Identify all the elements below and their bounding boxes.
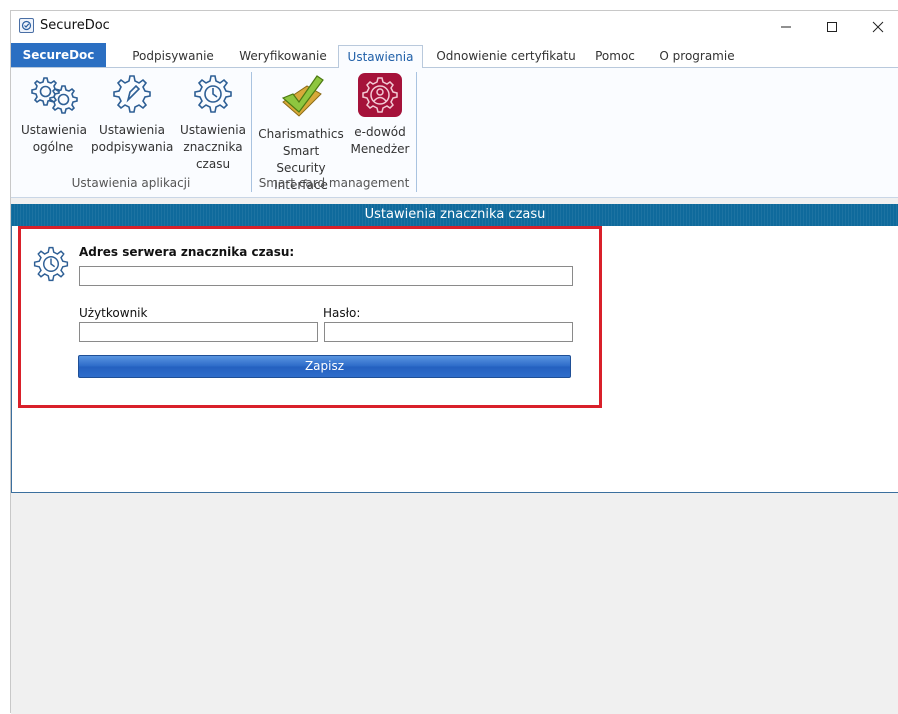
gear-clock-icon xyxy=(33,246,69,282)
title-bar: SecureDoc xyxy=(11,11,898,42)
e-dowod-manager-button[interactable]: e-dowód Menedżer xyxy=(349,72,411,158)
minimize-button[interactable] xyxy=(763,11,809,42)
highlight-frame: Adres serwera znacznika czasu: Użytkowni… xyxy=(18,226,602,408)
empty-workspace xyxy=(11,493,898,714)
app-settings-group-label: Ustawienia aplikacji xyxy=(71,176,191,190)
username-input[interactable] xyxy=(79,322,318,342)
charismathics-label-1: Charismathics xyxy=(258,127,344,141)
gear-icon xyxy=(31,77,78,114)
e-dowod-label-2: Menedżer xyxy=(350,142,410,156)
app-window: SecureDoc SecureDoc Podpisywanie Weryfik… xyxy=(10,10,898,714)
tab-ustawienia[interactable]: Ustawienia xyxy=(338,45,423,69)
minimize-icon xyxy=(781,26,791,27)
tab-pomoc[interactable]: Pomoc xyxy=(587,45,643,68)
close-button[interactable] xyxy=(855,11,898,42)
timestamp-settings-button[interactable]: Ustawienia znacznika czasu xyxy=(179,72,247,173)
signing-settings-button[interactable]: Ustawienia podpisywania xyxy=(91,72,173,156)
general-settings-label-2: ogólne xyxy=(32,140,74,154)
window-title: SecureDoc xyxy=(40,18,110,33)
checkmark-card-icon xyxy=(281,75,324,117)
timestamp-settings-label-3: czasu xyxy=(195,157,231,171)
password-label: Hasło: xyxy=(323,306,361,320)
timestamp-settings-label-2: znacznika xyxy=(183,140,243,154)
ribbon-tab-bar: SecureDoc Podpisywanie Weryfikowanie Ust… xyxy=(11,42,898,69)
password-input[interactable] xyxy=(324,322,573,342)
tab-o-programie[interactable]: O programie xyxy=(653,45,741,68)
signing-settings-label-1: Ustawienia xyxy=(99,123,165,137)
save-button[interactable]: Zapisz xyxy=(78,355,571,378)
ribbon-separator xyxy=(251,72,252,192)
app-icon xyxy=(19,18,34,33)
section-title: Ustawienia znacznika czasu xyxy=(364,207,546,222)
server-address-label: Adres serwera znacznika czasu: xyxy=(79,245,295,259)
tab-podpisywanie[interactable]: Podpisywanie xyxy=(123,45,223,68)
e-dowod-label-1: e-dowód xyxy=(354,125,406,139)
ribbon-panel: Ustawienia ogólne Ustawienia podpisywani… xyxy=(11,68,898,198)
tab-odnowienie-certyfikatu[interactable]: Odnowienie certyfikatu xyxy=(431,45,581,68)
tab-securedoc[interactable]: SecureDoc xyxy=(11,43,106,67)
gear-clock-icon xyxy=(194,75,232,113)
timestamp-settings-label-1: Ustawienia xyxy=(180,123,246,137)
section-header: Ustawienia znacznika czasu xyxy=(11,204,898,226)
server-address-input[interactable] xyxy=(79,266,573,286)
e-dowod-icon xyxy=(358,73,402,117)
signing-settings-label-2: podpisywania xyxy=(91,140,174,154)
tab-weryfikowanie[interactable]: Weryfikowanie xyxy=(233,45,333,68)
settings-content: Adres serwera znacznika czasu: Użytkowni… xyxy=(11,226,898,493)
username-label: Użytkownik xyxy=(79,306,148,320)
close-icon xyxy=(872,21,884,32)
smart-card-group-label: Smart card management xyxy=(258,176,410,190)
maximize-icon xyxy=(827,21,837,32)
gear-pen-icon xyxy=(113,75,151,113)
general-settings-button[interactable]: Ustawienia ogólne xyxy=(21,72,87,156)
general-settings-label-1: Ustawienia xyxy=(21,123,87,137)
ribbon-separator xyxy=(416,72,417,192)
maximize-button[interactable] xyxy=(809,11,855,42)
charismathics-label-2: Smart Security xyxy=(276,144,326,175)
